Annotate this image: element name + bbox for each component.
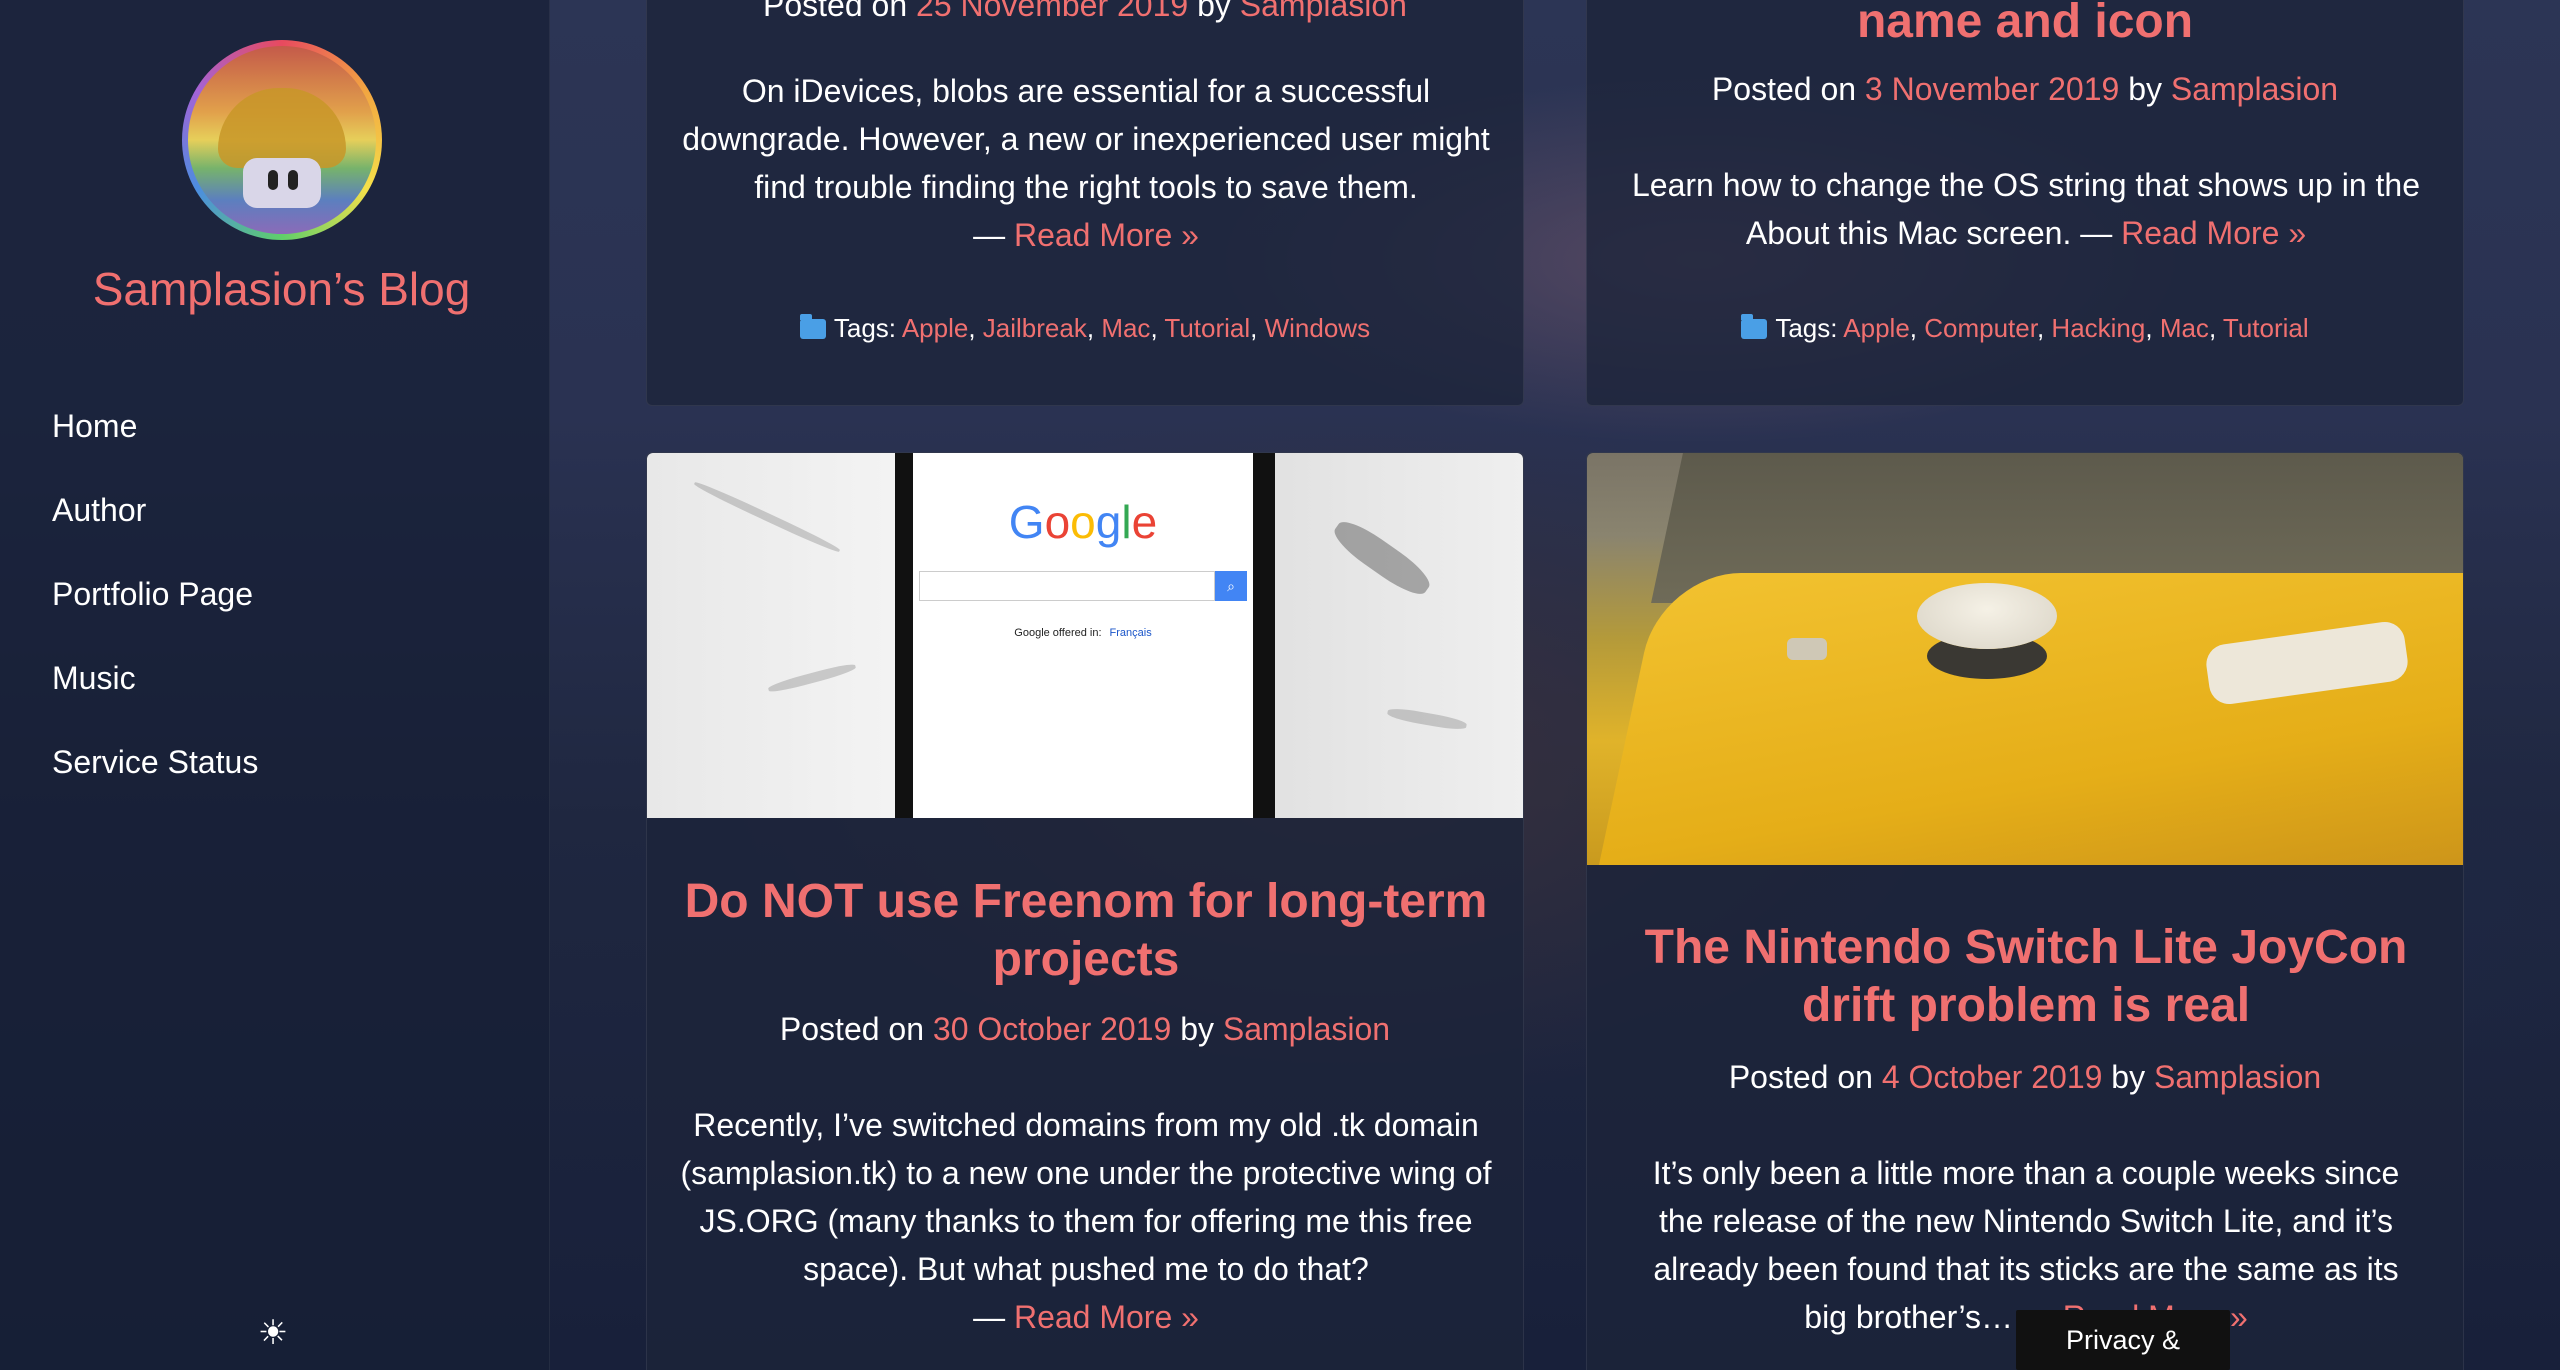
mushroom-logo-icon	[188, 46, 376, 234]
post-card: Posted on 25 November 2019 by Samplasion…	[646, 0, 1524, 406]
google-offered-text: Google offered in: Français	[1014, 627, 1152, 639]
post-title[interactable]: name and icon	[1587, 0, 2463, 51]
tag-link[interactable]: Windows	[1265, 313, 1370, 343]
post-title[interactable]: Do NOT use Freenom for long-term project…	[677, 873, 1495, 989]
read-more-link[interactable]: Read More »	[1014, 1299, 1199, 1335]
site-title[interactable]: Samplasion’s Blog	[0, 262, 563, 316]
post-excerpt: Recently, I’ve switched domains from my …	[680, 1107, 1492, 1335]
avatar[interactable]	[182, 40, 382, 240]
tag-link[interactable]: Apple	[1843, 313, 1910, 343]
tag-link[interactable]: Computer	[1924, 313, 2037, 343]
nav-item-author[interactable]: Author	[52, 484, 258, 568]
joystick-image	[1917, 583, 2057, 649]
post-date-link[interactable]: 25 November 2019	[916, 0, 1188, 23]
read-more-link[interactable]: Read More »	[1014, 217, 1199, 253]
read-more-link[interactable]: Read More »	[2121, 215, 2306, 251]
tag-link[interactable]: Jailbreak	[983, 313, 1087, 343]
post-excerpt: On iDevices, blobs are essential for a s…	[682, 73, 1490, 253]
google-logo: Google	[1008, 496, 1158, 548]
google-search-box	[919, 571, 1215, 601]
post-date-link[interactable]: 3 November 2019	[1865, 71, 2119, 107]
cookie-policy-button[interactable]: Privacy & Cookies Policy	[2016, 1310, 2230, 1370]
nav-item-service-status[interactable]: Service Status	[52, 736, 258, 820]
post-thumbnail-google-phone[interactable]: Google ⌕ Google offered in: Français	[647, 453, 1523, 818]
nav-item-home[interactable]: Home	[52, 400, 258, 484]
post-card: The Nintendo Switch Lite JoyCon drift pr…	[1586, 452, 2464, 1370]
post-meta: Posted on 4 October 2019 by Samplasion	[1728, 1059, 2322, 1095]
post-card: Google ⌕ Google offered in: Français Do N…	[646, 452, 1524, 1370]
post-meta: Posted on 30 October 2019 by Samplasion	[779, 1011, 1391, 1047]
post-title[interactable]: The Nintendo Switch Lite JoyCon drift pr…	[1617, 919, 2435, 1035]
post-author-link[interactable]: Samplasion	[2154, 1059, 2321, 1095]
post-thumbnail-switch-lite[interactable]	[1587, 453, 2463, 865]
folder-icon	[799, 314, 826, 339]
post-excerpt: Learn how to change the OS string that s…	[1631, 167, 2421, 251]
tag-link[interactable]: Tutorial	[2223, 313, 2309, 343]
post-date-link[interactable]: 30 October 2019	[933, 1011, 1171, 1047]
sun-icon[interactable]: ☀	[256, 1316, 290, 1350]
post-meta: Posted on 3 November 2019 by Samplasion	[1711, 71, 2339, 107]
tag-link[interactable]: Hacking	[2051, 313, 2145, 343]
tag-link[interactable]: Mac	[2160, 313, 2209, 343]
sidebar: Samplasion’s Blog Home Author Portfolio …	[0, 0, 550, 1370]
nav-item-portfolio[interactable]: Portfolio Page	[52, 568, 258, 652]
phone-image: Google ⌕ Google offered in: Français	[895, 453, 1275, 818]
folder-icon	[1741, 314, 1768, 339]
tag-link[interactable]: Apple	[902, 313, 969, 343]
nav-item-music[interactable]: Music	[52, 652, 258, 736]
search-icon: ⌕	[1215, 571, 1247, 601]
tag-link[interactable]: Mac	[1101, 313, 1150, 343]
post-author-link[interactable]: Samplasion	[1240, 0, 1407, 23]
post-card: name and icon Posted on 3 November 2019 …	[1586, 0, 2464, 406]
post-author-link[interactable]: Samplasion	[2171, 71, 2338, 107]
post-tags: Tags: Apple, Jailbreak, Mac, Tutorial, W…	[647, 313, 1523, 344]
post-meta: Posted on 25 November 2019 by Samplasion	[647, 0, 1523, 24]
sidebar-nav: Home Author Portfolio Page Music Service…	[52, 400, 258, 820]
post-tags: Tags: Apple, Computer, Hacking, Mac, Tut…	[1587, 313, 2463, 344]
tag-link[interactable]: Tutorial	[1164, 313, 1250, 343]
post-date-link[interactable]: 4 October 2019	[1882, 1059, 2103, 1095]
post-author-link[interactable]: Samplasion	[1223, 1011, 1390, 1047]
